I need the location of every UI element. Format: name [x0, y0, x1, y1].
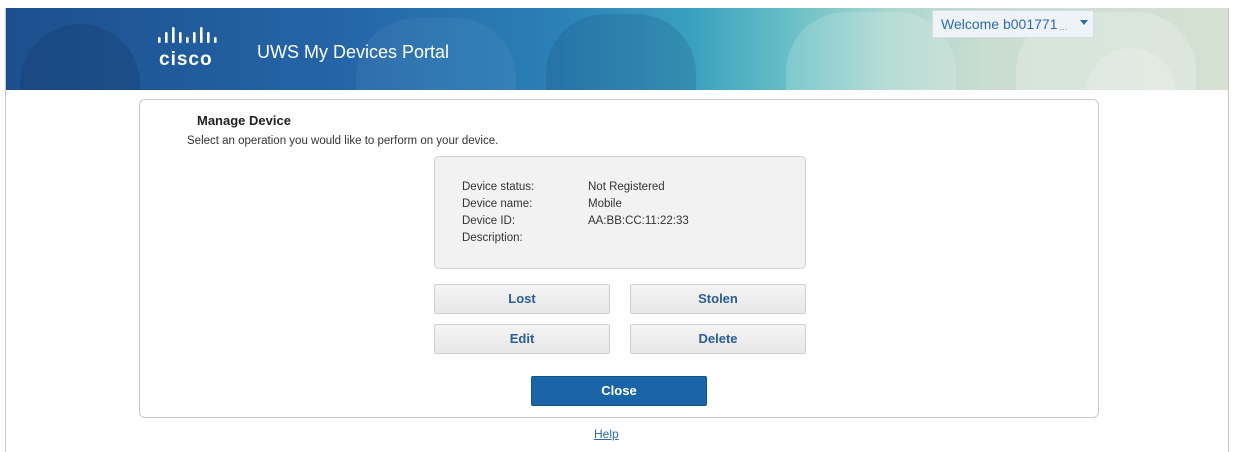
manage-device-panel: Manage Device Select an operation you wo…	[139, 99, 1099, 418]
panel-subtitle: Select an operation you would like to pe…	[187, 135, 499, 147]
device-name-label: Device name:	[462, 198, 533, 210]
device-id-label: Device ID:	[462, 215, 516, 227]
panel-title: Manage Device	[197, 113, 291, 128]
cisco-logo-text: cisco	[159, 49, 213, 70]
device-name-row: Device name: Mobile	[462, 198, 782, 212]
delete-button[interactable]: Delete	[630, 324, 806, 354]
help-link[interactable]: Help	[594, 427, 619, 441]
device-status-label: Device status:	[462, 181, 535, 193]
edit-button[interactable]: Edit	[434, 324, 610, 354]
device-status-value: Not Registered	[588, 181, 665, 193]
description-label: Description:	[462, 232, 523, 244]
device-id-value: AA:BB:CC:11:22:33	[588, 215, 689, 227]
user-menu-dropdown[interactable]: Welcome b001771 ...	[932, 10, 1094, 38]
more-ellipsis: ...	[1059, 22, 1068, 33]
portal-header: cisco UWS My Devices Portal Welcome b001…	[6, 8, 1228, 90]
portal-title: UWS My Devices Portal	[257, 42, 450, 62]
header-decoration	[786, 12, 956, 90]
cisco-logo: cisco	[156, 27, 246, 75]
device-status-row: Device status: Not Registered	[462, 181, 782, 195]
lost-button[interactable]: Lost	[434, 284, 610, 314]
cisco-bars-icon	[158, 27, 217, 43]
chevron-down-icon[interactable]	[1080, 20, 1088, 25]
description-row: Description:	[462, 232, 782, 246]
frame-right-border	[1228, 8, 1229, 452]
stolen-button[interactable]: Stolen	[630, 284, 806, 314]
header-decoration	[20, 24, 140, 90]
header-decoration	[546, 14, 696, 90]
device-id-row: Device ID: AA:BB:CC:11:22:33	[462, 215, 782, 229]
close-button[interactable]: Close	[531, 376, 707, 406]
device-info-box: Device status: Not Registered Device nam…	[434, 156, 806, 269]
device-name-value: Mobile	[588, 198, 622, 210]
welcome-text: Welcome b001771	[941, 16, 1058, 32]
